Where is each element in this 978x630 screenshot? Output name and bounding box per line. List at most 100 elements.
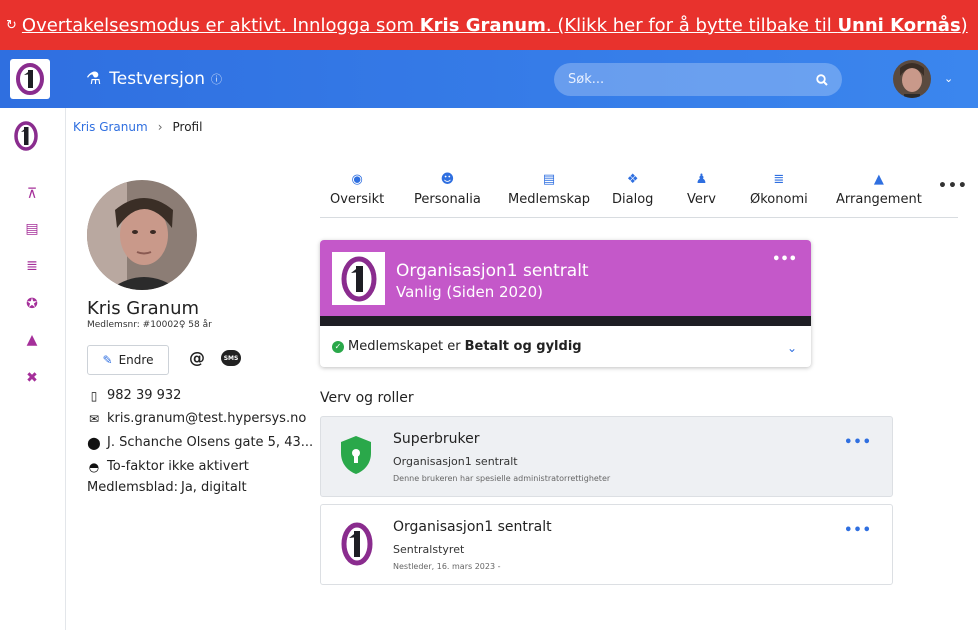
address-text: J. Schanche Olsens gate 5, 43... bbox=[107, 435, 314, 450]
tab-dialog[interactable]: ❖ Dialog bbox=[612, 172, 653, 207]
role-title: Organisasjon1 sentralt bbox=[393, 519, 552, 535]
map-marker-icon: ⬤ bbox=[87, 435, 101, 450]
tab-oversikt[interactable]: ◉ Oversikt bbox=[330, 172, 384, 207]
search-input[interactable]: Søk... bbox=[568, 72, 816, 87]
sms-action-icon[interactable]: SMS bbox=[221, 350, 241, 366]
profile-member-info: Medlemsnr: #10002♀ 58 år bbox=[87, 320, 212, 330]
breadcrumb-current: Profil bbox=[172, 120, 203, 134]
tools-icon[interactable]: ✖ bbox=[22, 370, 42, 390]
role-description: Nestleder, 16. mars 2023 - bbox=[393, 562, 501, 571]
membership-card: Organisasjon1 sentralt Vanlig (Siden 202… bbox=[320, 240, 811, 367]
banner-original-user: Unni Kornås bbox=[837, 14, 961, 36]
top-bar: ⚗ Testversjon ⓘ Søk... ⌄ bbox=[0, 50, 978, 108]
chevron-down-icon[interactable]: ⌄ bbox=[944, 72, 953, 85]
coins-icon[interactable]: ≣ bbox=[22, 258, 42, 278]
app-logo[interactable] bbox=[10, 59, 50, 99]
shield-icon bbox=[341, 436, 371, 474]
breadcrumb-parent-link[interactable]: Kris Granum bbox=[73, 120, 148, 134]
organisation-logo-icon bbox=[14, 121, 38, 151]
comments-icon: ❖ bbox=[626, 172, 639, 187]
twofactor-status: To-faktor ikke aktivert bbox=[107, 459, 249, 474]
membership-status[interactable]: ✓ Medlemskapet er Betalt og gyldig ⌄ bbox=[320, 326, 811, 367]
nav-logo[interactable] bbox=[13, 120, 39, 156]
envelope-icon: ✉ bbox=[88, 411, 100, 426]
banner-text-post: ) bbox=[960, 14, 968, 36]
membership-status-value: Betalt og gyldig bbox=[464, 339, 582, 354]
role-menu-icon[interactable]: ••• bbox=[844, 435, 872, 450]
role-title: Superbruker bbox=[393, 431, 480, 447]
membership-status-label: Medlemskapet er bbox=[348, 339, 461, 354]
chevron-down-icon[interactable]: ⌄ bbox=[787, 341, 797, 355]
avatar-image bbox=[893, 60, 931, 98]
email-action-icon[interactable]: @ bbox=[189, 348, 205, 367]
newsletter-row: Medlemsblad: Ja, digitalt bbox=[87, 480, 247, 495]
role-org: Organisasjon1 sentralt bbox=[393, 455, 518, 468]
tab-label: Arrangement bbox=[836, 192, 922, 207]
newsletter-label: Medlemsblad: bbox=[87, 480, 178, 495]
breadcrumb: Kris Granum › Profil bbox=[73, 120, 202, 134]
twofactor-row: ◓ To-faktor ikke aktivert bbox=[87, 459, 249, 474]
phone-icon: ▯ bbox=[90, 388, 98, 403]
tab-verv[interactable]: ♟ Verv bbox=[687, 172, 716, 207]
profile-tabs: ◉ Oversikt ☻ Personalia ▤ Medlemskap ❖ Dialo… bbox=[320, 168, 967, 218]
edit-button-label: Endre bbox=[118, 353, 154, 367]
membership-menu-icon[interactable]: ••• bbox=[772, 252, 797, 267]
roles-section-title: Verv og roller bbox=[320, 390, 414, 406]
certificate-icon[interactable]: ✪ bbox=[22, 296, 42, 316]
role-menu-icon[interactable]: ••• bbox=[844, 523, 872, 538]
membership-band bbox=[320, 316, 811, 326]
eye-icon: ◉ bbox=[351, 172, 363, 187]
email-address[interactable]: kris.granum@test.hypersys.no bbox=[107, 411, 306, 426]
user-avatar[interactable] bbox=[893, 60, 931, 98]
user-circle-icon: ☻ bbox=[440, 172, 455, 187]
search-icon[interactable] bbox=[816, 73, 828, 86]
banner-current-user: Kris Granum bbox=[419, 14, 546, 36]
more-tabs-icon[interactable]: ••• bbox=[938, 178, 968, 194]
search-field[interactable]: Søk... bbox=[554, 63, 842, 96]
flask-icon[interactable]: ▲ bbox=[22, 332, 42, 352]
flask-icon: ⚗ bbox=[86, 69, 102, 89]
phone-number[interactable]: 982 39 932 bbox=[107, 388, 181, 403]
id-card-icon[interactable]: ▤ bbox=[22, 221, 42, 241]
role-card-superbruker[interactable]: Superbruker Organisasjon1 sentralt Denne… bbox=[320, 416, 893, 497]
membership-type: Vanlig (Siden 2020) bbox=[396, 283, 544, 301]
membership-org-name: Organisasjon1 sentralt bbox=[396, 261, 589, 281]
role-card-nestleder[interactable]: Organisasjon1 sentralt Sentralstyret Nes… bbox=[320, 504, 893, 585]
sms-icon-label: SMS bbox=[223, 354, 239, 362]
tab-label: Medlemskap bbox=[508, 192, 591, 207]
organisation-tree-icon[interactable]: ⊼ bbox=[22, 186, 42, 206]
newsletter-value: Ja, digitalt bbox=[180, 480, 247, 495]
switch-back-link[interactable]: Overtakelsesmodus er aktivt. Innlogga so… bbox=[22, 15, 968, 36]
info-icon[interactable]: ⓘ bbox=[211, 71, 222, 87]
membership-org-logo bbox=[332, 252, 385, 305]
check-circle-icon: ✓ bbox=[332, 340, 344, 353]
side-navigation: ⊼ ▤ ≣ ✪ ▲ ✖ bbox=[0, 108, 66, 630]
profile-image bbox=[87, 180, 197, 290]
tab-medlemskap[interactable]: ▤ Medlemskap bbox=[508, 172, 590, 207]
tab-arrangement[interactable]: ▲ Arrangement bbox=[836, 172, 922, 207]
organisation-logo-icon bbox=[16, 63, 44, 95]
banner-text-pre: Overtakelsesmodus er aktivt. Innlogga so… bbox=[21, 14, 420, 36]
role-org: Sentralstyret bbox=[393, 543, 465, 556]
banner-text-mid: . (Klikk her for å bytte tilbake til bbox=[545, 14, 838, 36]
user-secret-icon: ◓ bbox=[88, 459, 100, 474]
user-icon: ♟ bbox=[695, 172, 708, 187]
swap-user-icon: ↻ bbox=[6, 17, 17, 33]
pencil-icon: ✎ bbox=[102, 353, 113, 367]
coins-icon: ≣ bbox=[773, 172, 785, 187]
tab-label: Dialog bbox=[612, 192, 654, 207]
environment-indicator: ⚗ Testversjon ⓘ bbox=[86, 69, 222, 89]
organisation-logo-icon bbox=[341, 256, 376, 301]
address-row: ⬤ J. Schanche Olsens gate 5, 43... bbox=[87, 435, 313, 450]
tab-okonomi[interactable]: ≣ Økonomi bbox=[750, 172, 808, 207]
edit-profile-button[interactable]: ✎ Endre bbox=[87, 345, 169, 375]
flask-icon: ▲ bbox=[873, 172, 884, 187]
tab-label: Økonomi bbox=[750, 192, 808, 207]
impersonation-banner[interactable]: ↻ Overtakelsesmodus er aktivt. Innlogga … bbox=[0, 0, 978, 50]
tab-personalia[interactable]: ☻ Personalia bbox=[414, 172, 481, 207]
email-row: ✉ kris.granum@test.hypersys.no bbox=[87, 411, 306, 426]
environment-label: Testversjon bbox=[109, 69, 205, 89]
role-description: Denne brukeren har spesielle administrat… bbox=[393, 474, 611, 483]
id-card-icon: ▤ bbox=[542, 172, 556, 187]
breadcrumb-separator-icon: › bbox=[157, 120, 163, 134]
